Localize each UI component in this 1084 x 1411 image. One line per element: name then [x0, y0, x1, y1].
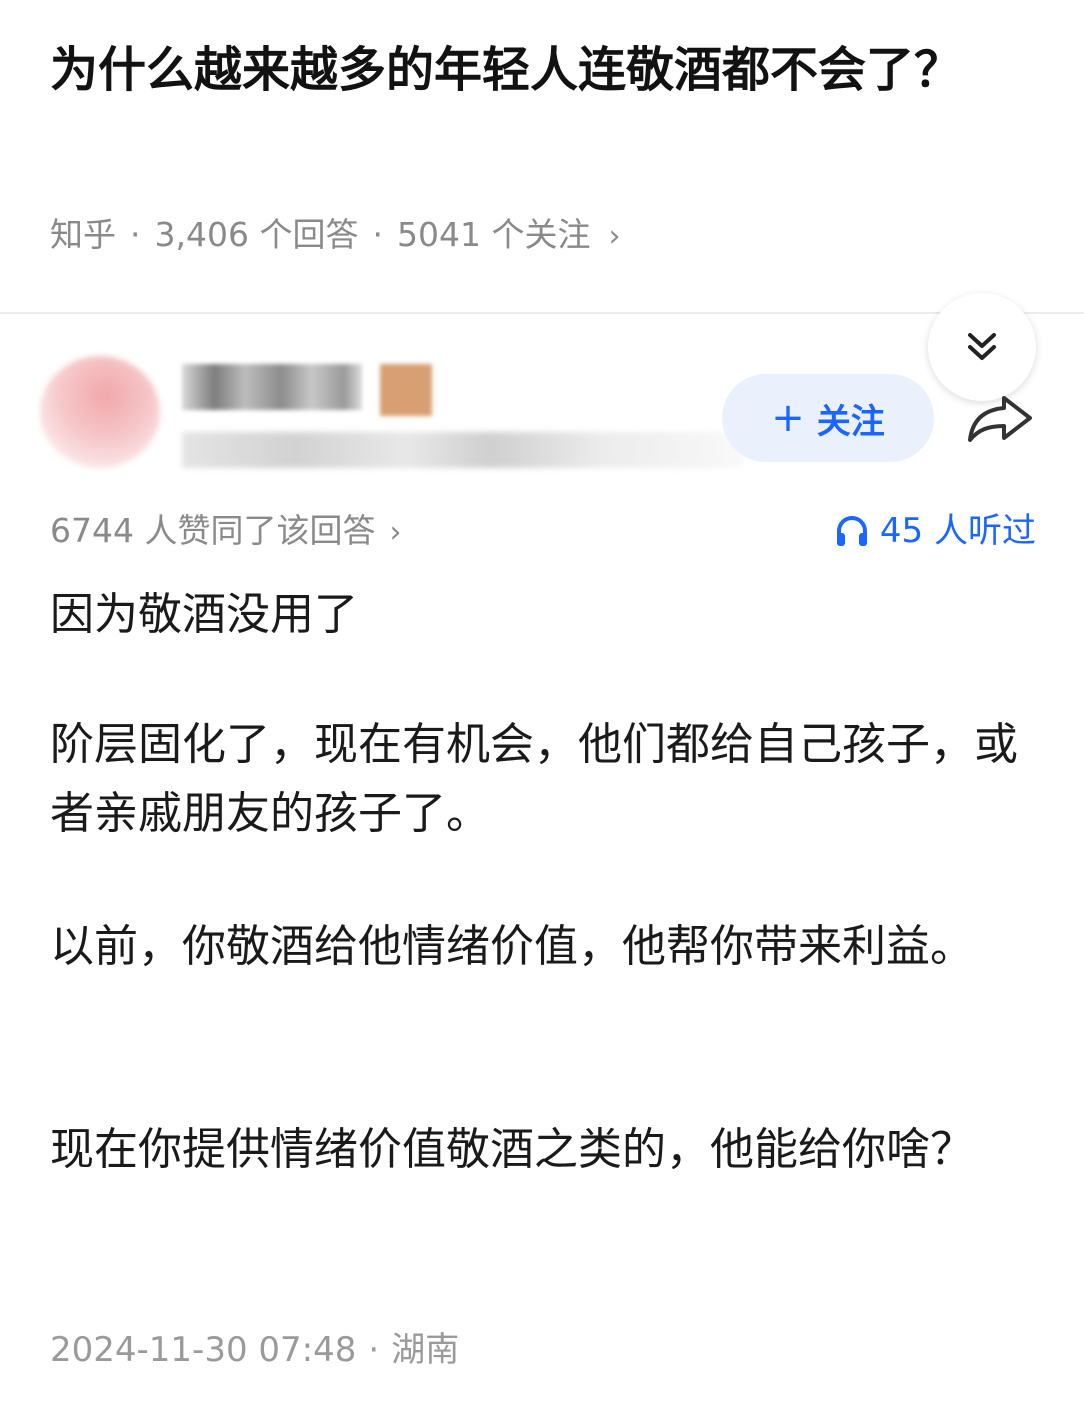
question-title[interactable]: 为什么越来越多的年轻人连敬酒都不会了？ — [50, 36, 1040, 104]
meta-separator: · — [372, 215, 383, 254]
author-bio-blurred — [182, 432, 742, 468]
answer-footer: 2024-11-30 07:48 · 湖南 — [50, 1326, 459, 1374]
collapse-button[interactable] — [928, 293, 1036, 401]
source-label: 知乎 — [50, 215, 116, 254]
answer-paragraph: 现在你提供情绪价值敬酒之类的，他能给你啥？ — [50, 1124, 974, 1175]
upvote-count: 6744 人赞同了该回答 — [50, 511, 376, 550]
question-meta[interactable]: 知乎 · 3,406 个回答 · 5041 个关注 › — [50, 212, 620, 260]
answer-paragraph: 阶层固化了，现在有机会，他们都给自己孩子，或者亲戚朋友的孩子了。 — [50, 719, 1018, 839]
answer-paragraph: 以前，你敬酒给他情绪价值，他帮你带来利益。 — [50, 921, 974, 972]
chevron-right-icon: › — [608, 219, 621, 254]
chevron-double-down-icon — [968, 333, 996, 360]
answer-count: 3,406 个回答 — [154, 215, 359, 254]
listen-count: 45 人听过 — [879, 511, 1036, 551]
answer-page: 为什么越来越多的年轻人连敬酒都不会了？ 知乎 · 3,406 个回答 · 5041 个关… — [0, 0, 1084, 1411]
follower-count: 5041 个关注 — [396, 215, 591, 254]
answer-location: 湖南 — [391, 1330, 460, 1370]
author-name-blurred[interactable] — [182, 364, 362, 410]
author-badge-blurred — [380, 364, 432, 416]
meta-separator: · — [130, 215, 141, 254]
share-arrow-icon[interactable] — [964, 390, 1036, 446]
divider — [0, 312, 1084, 314]
headphones-icon — [836, 516, 867, 546]
answer-timestamp: 2024-11-30 07:48 — [50, 1330, 357, 1370]
follow-button[interactable]: + 关注 — [722, 374, 934, 462]
upvote-summary[interactable]: 6744 人赞同了该回答 › — [50, 508, 401, 556]
plus-icon: + — [771, 395, 805, 441]
chevron-right-icon: › — [389, 515, 402, 550]
answer-paragraph: 因为敬酒没用了 — [50, 589, 358, 640]
author-avatar[interactable] — [40, 356, 160, 468]
footer-separator: · — [368, 1330, 380, 1370]
listen-button[interactable]: 45 人听过 — [834, 508, 1036, 554]
follow-label: 关注 — [816, 401, 885, 442]
